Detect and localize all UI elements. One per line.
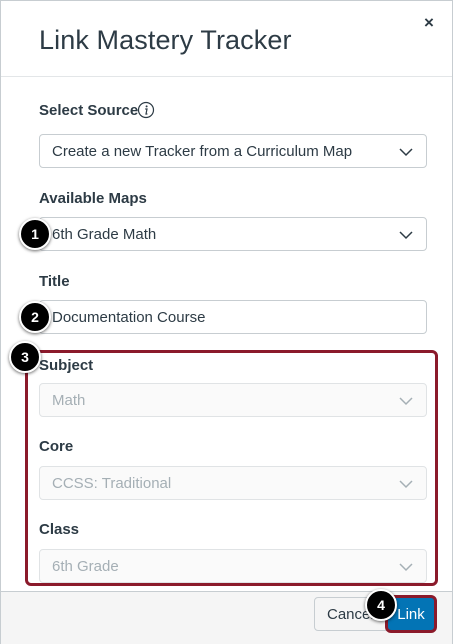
chevron-down-icon (398, 227, 414, 243)
title-label: Title (39, 273, 70, 290)
select-source-select[interactable]: Create a new Tracker from a Curriculum M… (39, 134, 427, 168)
subject-label: Subject (39, 357, 94, 374)
close-icon[interactable]: × (417, 11, 441, 35)
available-maps-value: 6th Grade Math (52, 226, 157, 243)
available-maps-select[interactable]: 6th Grade Math (39, 217, 427, 251)
chevron-down-icon (398, 476, 414, 492)
select-source-value: Create a new Tracker from a Curriculum M… (52, 143, 353, 160)
class-value: 6th Grade (52, 558, 119, 575)
core-select[interactable]: CCSS: Traditional (39, 466, 427, 500)
dialog-header: Link Mastery Tracker (1, 1, 452, 77)
info-icon[interactable] (137, 101, 155, 119)
callout-badge-2: 2 (19, 301, 51, 333)
subject-value: Math (52, 392, 86, 409)
chevron-down-icon (398, 144, 414, 160)
link-mastery-tracker-dialog: Link Mastery Tracker × Select Source Cre… (0, 0, 453, 644)
chevron-down-icon (398, 559, 414, 575)
callout-badge-1: 1 (19, 218, 51, 250)
title-input[interactable] (39, 300, 427, 334)
core-label: Core (39, 438, 74, 455)
subject-select[interactable]: Math (39, 383, 427, 417)
class-select[interactable]: 6th Grade (39, 549, 427, 583)
callout-badge-4: 4 (365, 589, 397, 621)
core-value: CCSS: Traditional (52, 475, 172, 492)
chevron-down-icon (398, 393, 414, 409)
dialog-title: Link Mastery Tracker (39, 25, 292, 55)
select-source-label: Select Source (39, 102, 139, 119)
class-label: Class (39, 521, 80, 538)
callout-badge-3: 3 (9, 341, 41, 373)
available-maps-label: Available Maps (39, 190, 147, 207)
